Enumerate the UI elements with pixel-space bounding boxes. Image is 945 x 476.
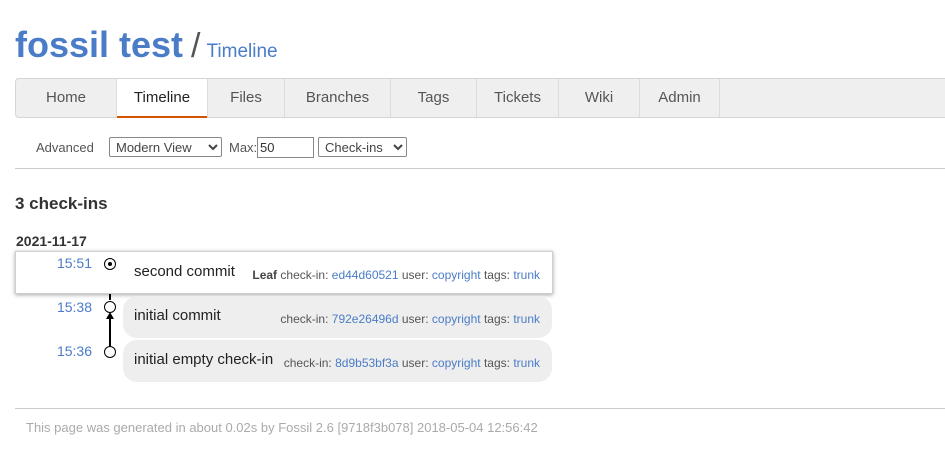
timeline-entry[interactable]: initial commit check-in: 792e26496d user… — [123, 296, 552, 338]
graph-arrow — [106, 312, 114, 319]
checkin-count: 3 check-ins — [15, 194, 108, 213]
user-label: user: — [401, 356, 429, 370]
timeline-entry-selected[interactable]: second commit Leaf check-in: ed44d60521 … — [15, 251, 553, 294]
leaf-label: Leaf — [252, 268, 278, 282]
tag-link[interactable]: trunk — [513, 312, 540, 326]
checkin-label: check-in: — [280, 312, 329, 326]
project-title[interactable]: fossil test — [15, 24, 183, 65]
checkin-time[interactable]: 15:51 — [40, 255, 92, 271]
user-link[interactable]: copyright — [432, 356, 481, 370]
checkin-meta: Leaf check-in: ed44d60521 user: copyrigh… — [252, 268, 540, 282]
checkin-comment: initial commit — [134, 307, 221, 324]
main-menu: Home Timeline Files Branches Tags Ticket… — [15, 78, 945, 118]
checkin-meta: check-in: 792e26496d user: copyright tag… — [280, 312, 540, 326]
checkin-label: check-in: — [280, 268, 329, 282]
submenu: Advanced Modern View Max: Check-ins — [15, 134, 945, 169]
page-title: Timeline — [206, 41, 278, 62]
title-separator: / — [191, 27, 201, 65]
checkin-hash-link[interactable]: 792e26496d — [332, 312, 399, 326]
graph-node[interactable] — [104, 346, 116, 358]
checkin-comment: initial empty check-in — [134, 351, 274, 368]
graph-node[interactable] — [104, 301, 116, 313]
graph-node-current[interactable] — [104, 258, 116, 270]
view-select[interactable]: Modern View — [109, 137, 222, 157]
menu-item-home[interactable]: Home — [16, 79, 117, 117]
footer-divider — [15, 408, 945, 409]
checkin-hash-link[interactable]: 8d9b53bf3a — [335, 356, 398, 370]
user-link[interactable]: copyright — [432, 312, 481, 326]
menu-item-tags[interactable]: Tags — [391, 79, 477, 117]
tag-link[interactable]: trunk — [513, 356, 540, 370]
menu-item-timeline[interactable]: Timeline — [117, 79, 208, 118]
checkin-meta: check-in: 8d9b53bf3a user: copyright tag… — [284, 356, 540, 370]
menu-item-tickets[interactable]: Tickets — [477, 79, 559, 117]
current-dot — [108, 262, 112, 266]
menu-item-wiki[interactable]: Wiki — [559, 79, 640, 117]
menu-item-files[interactable]: Files — [208, 79, 285, 117]
timeline-entry[interactable]: initial empty check-in check-in: 8d9b53b… — [123, 340, 552, 382]
checkin-hash-link[interactable]: ed44d60521 — [332, 268, 399, 282]
menu-item-branches[interactable]: Branches — [285, 79, 391, 117]
menu-item-admin[interactable]: Admin — [640, 79, 720, 117]
max-label: Max: — [229, 140, 258, 155]
tag-link[interactable]: trunk — [513, 268, 540, 282]
footer-text: This page was generated in about 0.02s b… — [26, 420, 538, 435]
user-label: user: — [401, 268, 429, 282]
checkin-time[interactable]: 15:38 — [40, 299, 92, 315]
user-link[interactable]: copyright — [432, 268, 481, 282]
checkin-label: check-in: — [283, 356, 332, 370]
advanced-link[interactable]: Advanced — [36, 140, 94, 155]
checkin-time[interactable]: 15:36 — [40, 343, 92, 359]
user-label: user: — [401, 312, 429, 326]
type-select[interactable]: Check-ins — [318, 137, 407, 157]
tags-label: tags: — [483, 356, 510, 370]
timeline-date: 2021-11-17 — [16, 233, 87, 249]
tags-label: tags: — [483, 268, 510, 282]
max-input[interactable] — [257, 137, 314, 158]
page-header: fossil test / Timeline — [15, 24, 278, 68]
tags-label: tags: — [483, 312, 510, 326]
checkin-comment: second commit — [134, 263, 235, 280]
